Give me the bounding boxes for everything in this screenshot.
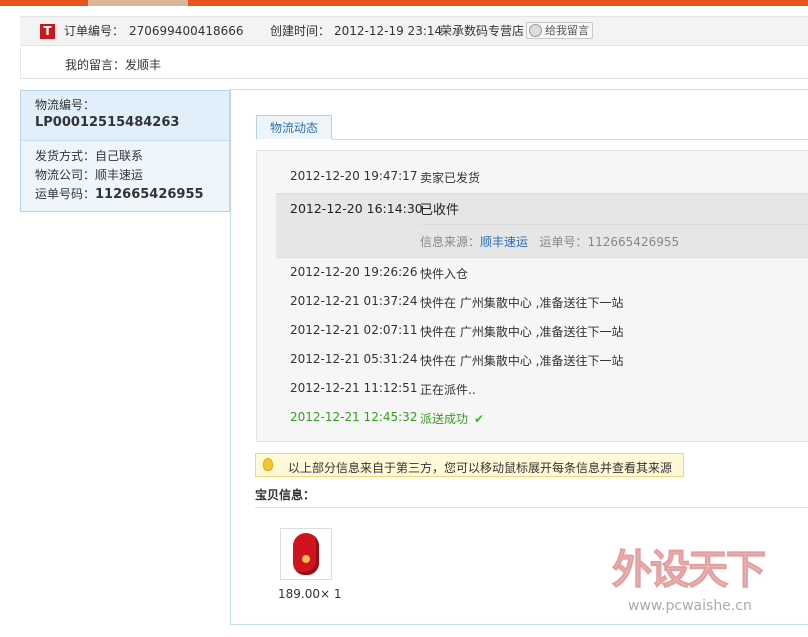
third-party-notice: 以上部分信息来自于第三方，您可以移动鼠标展开每条信息并查看其来源 — [255, 453, 684, 477]
logistics-no-label: 物流编号： — [35, 98, 96, 112]
message-button-label: 给我留言 — [545, 24, 589, 37]
banner-image — [88, 0, 188, 6]
tracking-row-delivered[interactable]: 2012-12-21 12:45:32 派送成功 ✔ — [257, 402, 808, 431]
remark-bar: 我的留言：发顺丰 — [20, 47, 808, 79]
created-label: 创建时间： — [270, 24, 331, 38]
top-banner — [0, 0, 808, 6]
logistics-no: LP00012515484263 — [35, 115, 180, 130]
remark-text: 发顺丰 — [125, 58, 162, 72]
message-button[interactable]: 给我留言 — [526, 22, 593, 39]
logistics-company: 物流公司：顺丰速运 — [35, 168, 144, 182]
ship-method: 发货方式：自己联系 — [35, 149, 144, 163]
tracking-row[interactable]: 2012-12-21 01:37:24 快件在 广州集散中心 ,准备送往下一站 — [257, 286, 808, 315]
tracking-list: 2012-12-20 19:47:17 卖家已发货 2012-12-20 16:… — [256, 150, 808, 442]
tab-divider — [256, 139, 808, 140]
product-thumbnail[interactable] — [280, 528, 332, 580]
source-link[interactable]: 顺丰速运 — [480, 235, 528, 249]
tracking-row[interactable]: 2012-12-20 19:47:17 卖家已发货 — [257, 161, 808, 190]
remark-label: 我的留言：发顺丰 — [65, 58, 162, 72]
tab-logistics-tracking[interactable]: 物流动态 — [256, 115, 333, 140]
tracking-source: 信息来源：顺丰速运 运单号：112665426955 — [420, 235, 680, 249]
order-number-label: 订单编号： — [64, 24, 125, 38]
check-icon: ✔ — [474, 412, 485, 426]
lightbulb-icon — [263, 458, 273, 471]
order-number: 270699400418666 — [129, 24, 244, 38]
goods-title: 宝贝信息： — [255, 488, 316, 502]
watermark-url: www.pcwaishe.cn — [628, 598, 752, 614]
goods-divider — [255, 507, 808, 508]
order-info-bar: T 订单编号： 270699400418666 创建时间： 2012-12-19… — [20, 16, 808, 46]
tmall-logo-icon: T — [40, 24, 55, 39]
price-quantity: 189.00× 1 — [278, 587, 342, 601]
wangwang-icon — [529, 24, 542, 37]
tracking-row[interactable]: 2012-12-21 11:12:51 正在派件.. — [257, 373, 808, 402]
tracking-row[interactable]: 2012-12-21 05:31:24 快件在 广州集散中心 ,准备送往下一站 — [257, 344, 808, 373]
tracking-row[interactable]: 2012-12-21 02:07:11 快件在 广州集散中心 ,准备送往下一站 — [257, 315, 808, 344]
watermark-logo: 外设天下 — [612, 547, 767, 594]
row-divider — [420, 224, 808, 225]
mouse-product-image — [293, 533, 319, 575]
shop-name[interactable]: 荣承数码专营店 — [440, 24, 524, 39]
logistics-sidebar: 物流编号： LP00012515484263 发货方式：自己联系 物流公司：顺丰… — [20, 90, 230, 212]
waybill-number: 运单号码：112665426955 — [35, 187, 204, 202]
tracking-row[interactable]: 2012-12-20 19:26:26 快件入仓 — [257, 257, 808, 286]
tracking-row-expanded[interactable]: 2012-12-20 16:14:30 已收件 信息来源：顺丰速运 运单号：11… — [276, 193, 808, 258]
created-time: 2012-12-19 23:14 — [334, 24, 443, 38]
